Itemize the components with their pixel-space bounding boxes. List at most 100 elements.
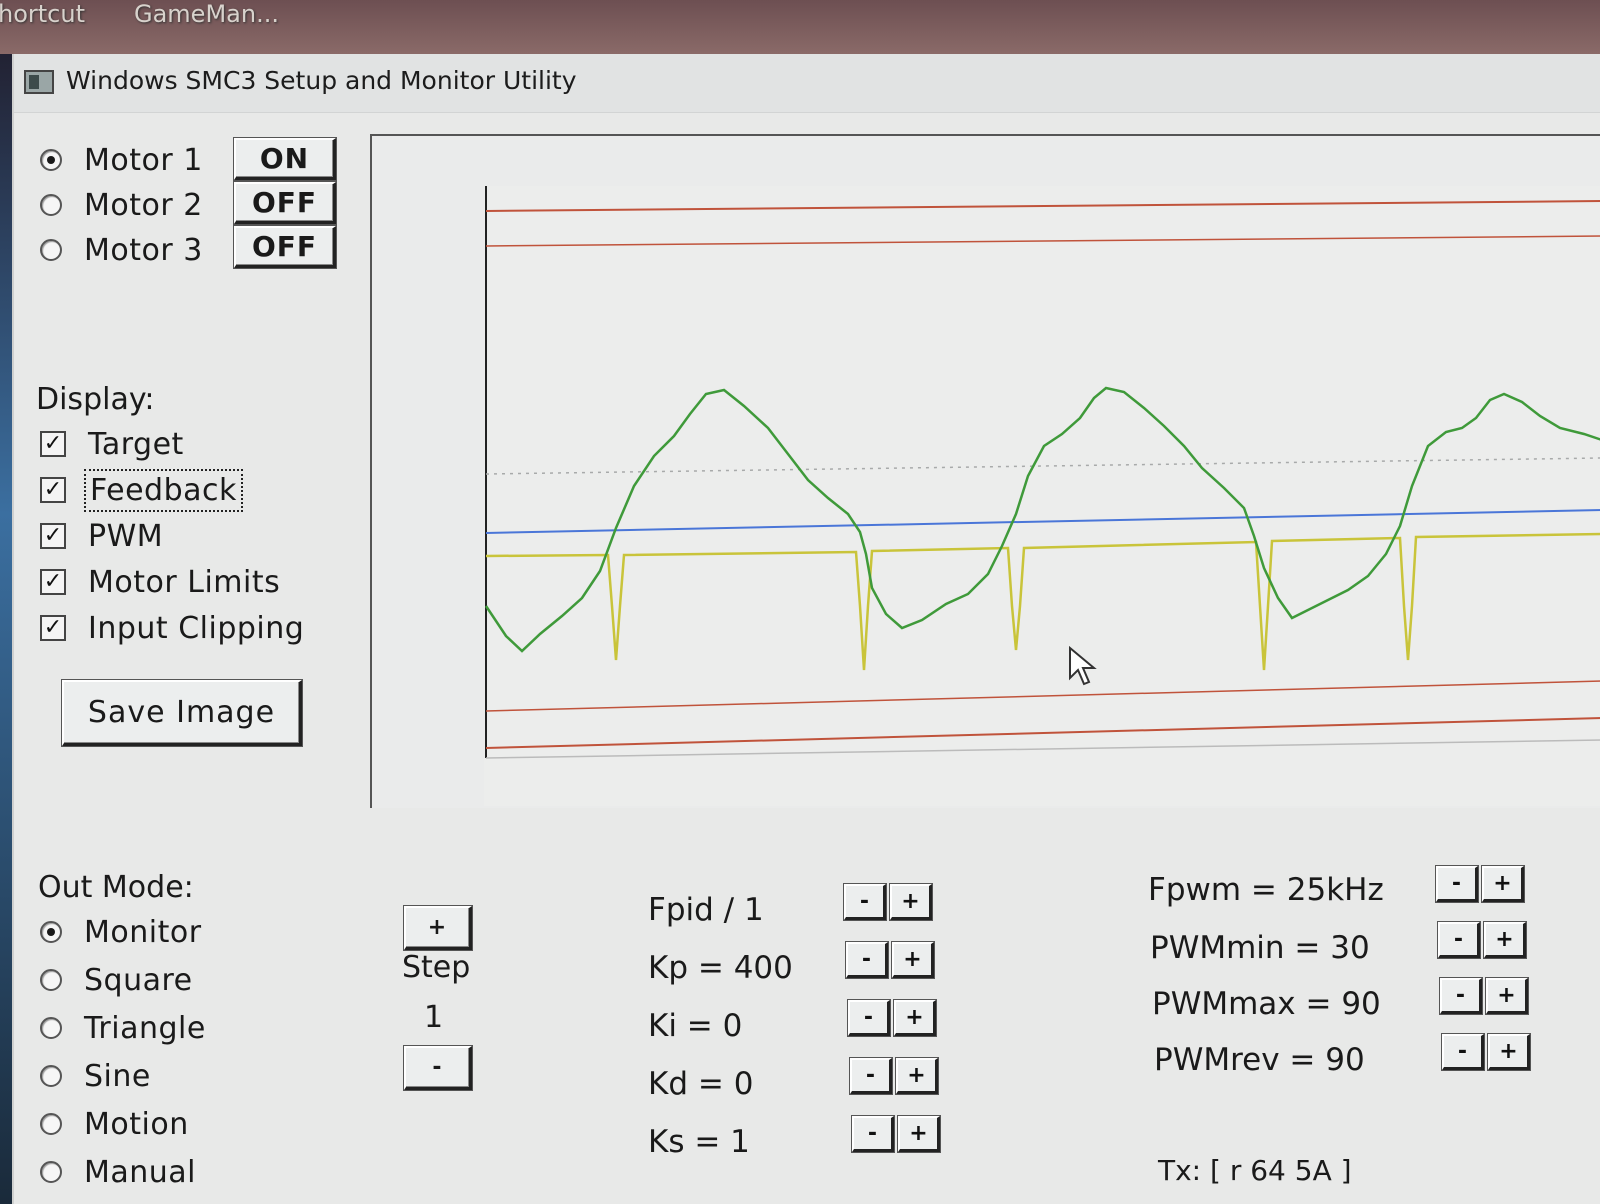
motor-1-radio[interactable]: Motor 1 (40, 142, 203, 178)
pwmrev-label: PWMrev = 90 (1154, 1042, 1365, 1078)
step-plus-button[interactable]: + (404, 906, 472, 950)
app-icon[interactable] (24, 70, 54, 94)
kp-label: Kp = 400 (648, 950, 793, 986)
step-value: 1 (424, 1000, 444, 1035)
fpwm-label: Fpwm = 25kHz (1148, 872, 1384, 908)
pwmrev-minus-button[interactable]: - (1442, 1034, 1484, 1070)
pwmmax-label: PWMmax = 90 (1152, 986, 1381, 1022)
motor-2-radio[interactable]: Motor 2 (40, 187, 203, 223)
mouse-cursor-icon (1069, 646, 1097, 686)
taskbar-item-gameman[interactable]: GameMan... (134, 0, 279, 28)
ki-stepper: - + (848, 1000, 936, 1036)
pwmmin-stepper: - + (1438, 922, 1526, 958)
ki-minus-button[interactable]: - (848, 1000, 890, 1036)
display-motor-limits-label: Motor Limits (88, 564, 281, 600)
window-titlebar[interactable]: Windows SMC3 Setup and Monitor Utility (14, 54, 1600, 113)
display-feedback-checkbox[interactable]: ✓ Feedback (40, 468, 243, 512)
motor-3-label: Motor 3 (84, 232, 203, 268)
motor-3-state-button[interactable]: OFF (234, 226, 336, 268)
checkbox-box[interactable]: ✓ (40, 431, 66, 457)
desktop-icons-strip (0, 54, 12, 1204)
ks-plus-button[interactable]: + (898, 1116, 940, 1152)
pwmmax-minus-button[interactable]: - (1440, 978, 1482, 1014)
kd-minus-button[interactable]: - (850, 1058, 892, 1094)
out-mode-manual-label: Manual (84, 1154, 197, 1190)
monitor-graph (484, 186, 1600, 806)
kd-stepper: - + (850, 1058, 938, 1094)
window-title: Windows SMC3 Setup and Monitor Utility (66, 66, 577, 95)
ki-label: Ki = 0 (648, 1008, 743, 1044)
out-mode-manual-radio[interactable]: Manual (40, 1154, 196, 1190)
pwmmax-plus-button[interactable]: + (1486, 978, 1528, 1014)
out-mode-monitor-radio[interactable]: Monitor (40, 914, 202, 950)
radio-indicator[interactable] (40, 969, 62, 991)
kp-minus-button[interactable]: - (846, 942, 888, 978)
pwmmin-plus-button[interactable]: + (1484, 922, 1526, 958)
fpid-plus-button[interactable]: + (890, 884, 932, 920)
radio-indicator[interactable] (40, 1161, 62, 1183)
kp-plus-button[interactable]: + (892, 942, 934, 978)
display-input-clipping-checkbox[interactable]: ✓ Input Clipping (40, 610, 304, 646)
fpid-stepper: - + (844, 884, 932, 920)
motor-1-label: Motor 1 (84, 142, 203, 178)
display-target-label: Target (88, 426, 184, 462)
checkbox-box[interactable]: ✓ (40, 569, 66, 595)
display-input-clipping-label: Input Clipping (88, 610, 305, 646)
pwmmin-minus-button[interactable]: - (1438, 922, 1480, 958)
display-motor-limits-checkbox[interactable]: ✓ Motor Limits (40, 564, 280, 600)
radio-indicator[interactable] (40, 1113, 62, 1135)
pwmrev-plus-button[interactable]: + (1488, 1034, 1530, 1070)
taskbar-item-shortcut[interactable]: hortcut (0, 0, 85, 28)
out-mode-triangle-radio[interactable]: Triangle (40, 1010, 206, 1046)
display-target-checkbox[interactable]: ✓ Target (40, 426, 184, 462)
out-mode-monitor-label: Monitor (84, 914, 202, 950)
radio-indicator[interactable] (40, 194, 62, 216)
out-mode-sine-label: Sine (84, 1058, 151, 1094)
out-mode-square-radio[interactable]: Square (40, 962, 193, 998)
fpid-label: Fpid / 1 (648, 892, 764, 928)
radio-indicator[interactable] (40, 1017, 62, 1039)
out-mode-heading: Out Mode: (38, 870, 194, 905)
radio-indicator[interactable] (40, 149, 62, 171)
motor-3-radio[interactable]: Motor 3 (40, 232, 203, 268)
display-feedback-label: Feedback (84, 468, 243, 512)
out-mode-motion-label: Motion (84, 1106, 189, 1142)
pwmrev-stepper: - + (1442, 1034, 1530, 1070)
graph-plot-area (484, 186, 1600, 806)
out-mode-triangle-label: Triangle (84, 1010, 206, 1046)
ki-plus-button[interactable]: + (894, 1000, 936, 1036)
ks-label: Ks = 1 (648, 1124, 750, 1160)
step-minus-button[interactable]: - (404, 1046, 472, 1090)
display-heading: Display: (36, 382, 155, 417)
fpwm-plus-button[interactable]: + (1482, 866, 1524, 902)
radio-indicator[interactable] (40, 921, 62, 943)
pwmmax-stepper: - + (1440, 978, 1528, 1014)
desktop-taskbar: hortcut GameMan... (0, 0, 1600, 54)
display-pwm-label: PWM (88, 518, 164, 554)
ks-minus-button[interactable]: - (852, 1116, 894, 1152)
fpwm-stepper: - + (1436, 866, 1524, 902)
out-mode-motion-radio[interactable]: Motion (40, 1106, 189, 1142)
kd-plus-button[interactable]: + (896, 1058, 938, 1094)
kd-label: Kd = 0 (648, 1066, 754, 1102)
radio-indicator[interactable] (40, 1065, 62, 1087)
save-image-button[interactable]: Save Image (62, 680, 302, 746)
motor-2-label: Motor 2 (84, 187, 203, 223)
checkbox-box[interactable]: ✓ (40, 523, 66, 549)
motor-1-state-button[interactable]: ON (234, 138, 336, 180)
smc3-window: Windows SMC3 Setup and Monitor Utility M… (12, 54, 1600, 1204)
fpwm-minus-button[interactable]: - (1436, 866, 1478, 902)
checkbox-box[interactable]: ✓ (40, 615, 66, 641)
tx-status: Tx: [ r 64 5A ] (1158, 1154, 1352, 1187)
display-pwm-checkbox[interactable]: ✓ PWM (40, 518, 163, 554)
monitor-graph-panel (370, 134, 1600, 808)
pwmmin-label: PWMmin = 30 (1150, 930, 1370, 966)
checkbox-box[interactable]: ✓ (40, 477, 66, 503)
fpid-minus-button[interactable]: - (844, 884, 886, 920)
motor-2-state-button[interactable]: OFF (234, 182, 336, 224)
ks-stepper: - + (852, 1116, 940, 1152)
radio-indicator[interactable] (40, 239, 62, 261)
out-mode-square-label: Square (84, 962, 193, 998)
out-mode-sine-radio[interactable]: Sine (40, 1058, 151, 1094)
kp-stepper: - + (846, 942, 934, 978)
